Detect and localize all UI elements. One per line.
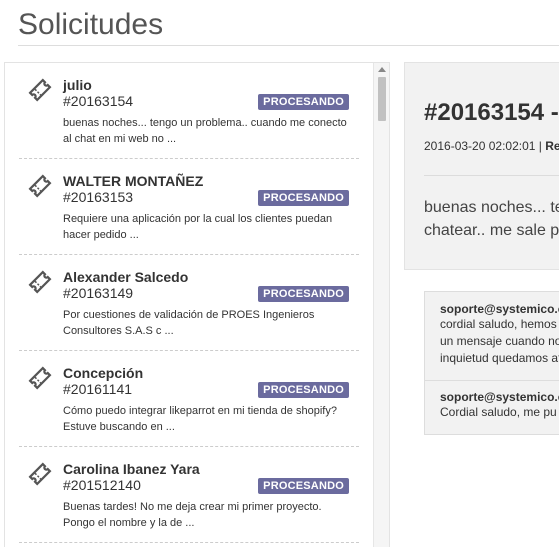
comment-author[interactable]: soporte@systemico.c bbox=[440, 302, 559, 316]
ticket-name: Carolina Ibanez Yara bbox=[63, 461, 200, 477]
ticket-icon bbox=[27, 365, 53, 391]
comments-panel: soporte@systemico.c cordial saludo, hemo… bbox=[424, 291, 559, 435]
detail-meta-label: Re bbox=[545, 139, 559, 153]
ticket-icon bbox=[27, 461, 53, 487]
detail-divider bbox=[424, 175, 559, 176]
ticket-item[interactable]: Alexander Salcedo #20163149 PROCESANDO P… bbox=[19, 255, 359, 351]
ticket-detail-panel: #20163154 - 2016-03-20 02:02:01 | Re bue… bbox=[404, 62, 559, 270]
ticket-id: #20163154 bbox=[63, 93, 134, 109]
detail-body: buenas noches... te chatear.. me sale p bbox=[424, 196, 559, 242]
scroll-up-arrow-icon[interactable] bbox=[378, 67, 386, 72]
comment-divider bbox=[425, 380, 559, 381]
comment-item: soporte@systemico.c cordial saludo, hemo… bbox=[425, 302, 559, 367]
ticket-name: WALTER MONTAÑEZ bbox=[63, 173, 204, 189]
ticket-id: #201512140 bbox=[63, 477, 141, 493]
status-badge: PROCESANDO bbox=[258, 478, 349, 494]
ticket-name: Alexander Salcedo bbox=[63, 269, 189, 285]
ticket-excerpt: buenas noches... tengo un problema.. cua… bbox=[63, 117, 347, 145]
ticket-excerpt: Buenas tardes! No me deja crear mi prime… bbox=[63, 501, 322, 529]
ticket-list: julio #20163154 PROCESANDO buenas noches… bbox=[5, 63, 373, 547]
detail-meta: 2016-03-20 02:02:01 | Re bbox=[424, 139, 559, 153]
ticket-icon bbox=[27, 77, 53, 103]
scroll-thumb[interactable] bbox=[378, 77, 386, 121]
ticket-id: #20161141 bbox=[63, 381, 133, 397]
comment-author[interactable]: soporte@systemico.c bbox=[440, 390, 559, 404]
comment-text-line: cordial saludo, hemos bbox=[440, 317, 557, 331]
detail-date: 2016-03-20 02:02:01 bbox=[424, 139, 536, 153]
ticket-excerpt: Por cuestiones de validación de PROES In… bbox=[63, 309, 315, 337]
comment-text-line: Cordial saludo, me pu bbox=[440, 405, 557, 419]
comment-text-line: inquietud quedamos at bbox=[440, 351, 559, 365]
status-badge: PROCESANDO bbox=[258, 286, 349, 302]
meta-separator: | bbox=[538, 139, 542, 153]
title-divider bbox=[18, 45, 559, 46]
ticket-name: Concepción bbox=[63, 365, 144, 381]
detail-body-line: buenas noches... te bbox=[424, 199, 559, 216]
ticket-item[interactable]: WALTER MONTAÑEZ #20163153 PROCESANDO Req… bbox=[19, 159, 359, 255]
status-badge: PROCESANDO bbox=[258, 190, 349, 206]
ticket-id: #20163153 bbox=[63, 189, 134, 205]
ticket-name: julio bbox=[63, 77, 92, 93]
ticket-excerpt: Requiere una aplicación por la cual los … bbox=[63, 213, 333, 241]
ticket-icon bbox=[27, 173, 53, 199]
ticket-icon bbox=[27, 269, 53, 295]
comment-item: soporte@systemico.c Cordial saludo, me p… bbox=[425, 390, 559, 421]
ticket-item[interactable]: julio #20163154 PROCESANDO buenas noches… bbox=[19, 63, 359, 159]
comment-text-line: un mensaje cuando no bbox=[440, 334, 559, 348]
list-scrollbar[interactable] bbox=[373, 63, 389, 547]
ticket-item[interactable]: Carolina Ibanez Yara #201512140 PROCESAN… bbox=[19, 447, 359, 543]
page-title: Solicitudes bbox=[18, 8, 164, 41]
ticket-excerpt: Cómo puedo integrar likeparrot en mi tie… bbox=[63, 405, 337, 433]
ticket-id: #20163149 bbox=[63, 285, 134, 301]
ticket-list-panel: julio #20163154 PROCESANDO buenas noches… bbox=[4, 62, 390, 547]
status-badge: PROCESANDO bbox=[258, 94, 349, 110]
detail-body-line: chatear.. me sale p bbox=[424, 222, 559, 239]
status-badge: PROCESANDO bbox=[258, 382, 349, 398]
ticket-item[interactable]: Concepción #20161141 PROCESANDO Cómo pue… bbox=[19, 351, 359, 447]
detail-title: #20163154 - bbox=[424, 99, 559, 126]
